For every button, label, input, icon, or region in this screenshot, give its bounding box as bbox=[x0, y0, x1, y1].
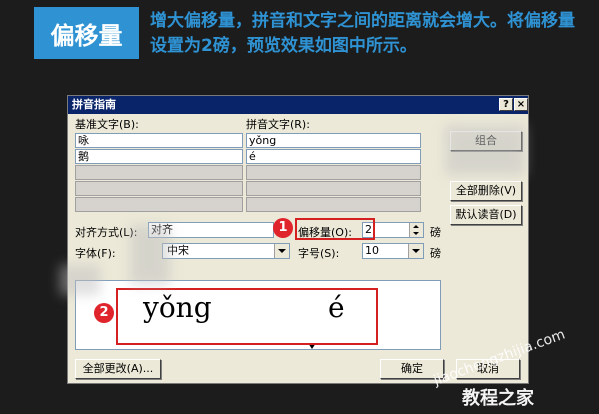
step-badge-2: 2 bbox=[94, 303, 114, 323]
size-value: 10 bbox=[365, 244, 379, 257]
change-all-button[interactable]: 全部更改(A)... bbox=[75, 359, 161, 379]
alignment-label: 对齐方式(L): bbox=[75, 226, 138, 239]
ruby-text-field-4 bbox=[246, 181, 421, 196]
offset-highlight-box bbox=[295, 218, 375, 240]
size-label: 字号(S): bbox=[298, 247, 340, 260]
ruby-text-field-2[interactable]: é bbox=[246, 149, 421, 164]
base-text-field-3 bbox=[75, 165, 243, 180]
dropdown-arrow-icon[interactable] bbox=[274, 244, 289, 258]
size-unit: 磅 bbox=[430, 247, 441, 260]
font-select[interactable]: 中宋 bbox=[162, 243, 290, 259]
dropdown-arrow-icon[interactable] bbox=[408, 244, 423, 258]
watermark-name: 教程之家 bbox=[462, 388, 534, 409]
base-text-field-5 bbox=[75, 197, 243, 212]
header-label: 偏移量 bbox=[50, 21, 123, 50]
mosaic-blur bbox=[60, 265, 100, 295]
header-label-box: 偏移量 bbox=[34, 7, 139, 59]
mosaic-blur bbox=[130, 225, 170, 285]
dialog-title: 拼音指南 bbox=[72, 98, 116, 111]
size-select[interactable]: 10 bbox=[362, 243, 424, 259]
dialog-titlebar: 拼音指南 ? × bbox=[68, 96, 528, 114]
preview-highlight-box bbox=[116, 288, 378, 345]
mosaic-blur bbox=[445, 125, 525, 175]
base-text-field-1[interactable]: 咏 bbox=[75, 133, 243, 148]
clear-all-button[interactable]: 全部删除(V) bbox=[450, 181, 522, 201]
ruby-text-field-5 bbox=[246, 197, 421, 212]
offset-unit: 磅 bbox=[430, 226, 441, 239]
close-button[interactable]: × bbox=[514, 98, 528, 111]
step-badge-1: 1 bbox=[273, 218, 293, 238]
spin-arrows-icon[interactable] bbox=[409, 223, 423, 237]
ruby-text-label: 拼音文字(R): bbox=[246, 118, 310, 131]
help-button[interactable]: ? bbox=[499, 98, 513, 111]
font-label: 字体(F): bbox=[75, 247, 116, 260]
header-description: 增大偏移量，拼音和文字之间的距离就会增大。将偏移量设置为2磅，预览效果如图中所示… bbox=[150, 11, 575, 56]
ruby-text-field-3 bbox=[246, 165, 421, 180]
base-text-field-4 bbox=[75, 181, 243, 196]
base-text-label: 基准文字(B): bbox=[75, 118, 139, 131]
ruby-text-field-1[interactable]: yǒng bbox=[246, 133, 421, 148]
base-text-field-2[interactable]: 鹅 bbox=[75, 149, 243, 164]
default-reading-button[interactable]: 默认读音(D) bbox=[450, 205, 522, 225]
